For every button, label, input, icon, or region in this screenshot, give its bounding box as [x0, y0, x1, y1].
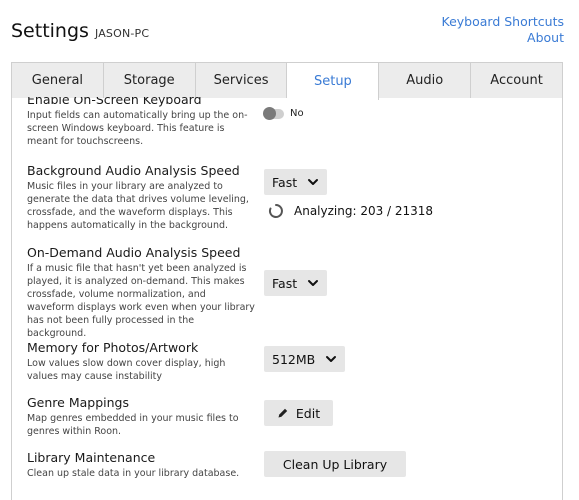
setting-description: Map genres embedded in your music files …: [27, 413, 239, 437]
memory-control: 512MB: [264, 346, 346, 372]
maintenance-control: Clean Up Library: [264, 451, 406, 477]
setting-memory-artwork: Memory for Photos/Artwork Low values slo…: [27, 340, 552, 383]
setting-background-analysis: Background Audio Analysis Speed Music fi…: [27, 163, 552, 232]
tab-services[interactable]: Services: [195, 63, 288, 98]
setting-label: On-Demand Audio Analysis Speed: [27, 245, 241, 260]
setting-ondemand-analysis: On-Demand Audio Analysis Speed If a musi…: [27, 245, 552, 340]
tab-setup[interactable]: Setup: [287, 63, 380, 100]
ondemand-analysis-speed-dropdown[interactable]: Fast: [264, 270, 328, 296]
clean-up-library-button[interactable]: Clean Up Library: [264, 451, 406, 477]
tab-account[interactable]: Account: [471, 63, 562, 98]
button-label: Edit: [295, 405, 321, 421]
pencil-icon: [278, 408, 288, 418]
chevron-down-icon: [308, 280, 319, 286]
page-title: Settings: [11, 20, 89, 42]
setting-genre-mappings: Genre Mappings Map genres embedded in yo…: [27, 395, 552, 438]
setting-library-maintenance: Library Maintenance Clean up stale data …: [27, 450, 552, 480]
setting-description: Music files in your library are analyzed…: [27, 181, 249, 231]
keyboard-shortcuts-link[interactable]: Keyboard Shortcuts: [442, 14, 565, 30]
dropdown-value: Fast: [272, 174, 298, 190]
edit-genre-mappings-button[interactable]: Edit: [264, 400, 333, 426]
analysis-status: Analyzing: 203 / 21318: [268, 203, 433, 219]
setting-description: Input fields can automatically bring up …: [27, 110, 248, 147]
onscreen-keyboard-toggle-wrap: No: [263, 106, 304, 120]
memory-artwork-dropdown[interactable]: 512MB: [264, 346, 346, 372]
genre-control: Edit: [264, 400, 333, 426]
setting-label: Enable On-Screen Keyboard: [27, 97, 202, 107]
ondemand-analysis-control: Fast: [264, 270, 328, 296]
tab-storage[interactable]: Storage: [103, 63, 196, 98]
settings-tabs: General Storage Services Setup Audio Acc…: [11, 62, 563, 100]
tab-general[interactable]: General: [12, 63, 104, 98]
chevron-down-icon: [326, 356, 337, 362]
chevron-down-icon: [308, 179, 319, 185]
settings-page: Settings JASON-PC Keyboard Shortcuts Abo…: [0, 0, 579, 500]
setting-onscreen-keyboard: Enable On-Screen Keyboard Input fields c…: [27, 97, 552, 148]
setting-description: Clean up stale data in your library data…: [27, 468, 240, 479]
header-links: Keyboard Shortcuts About: [442, 14, 565, 46]
tab-audio[interactable]: Audio: [379, 63, 472, 98]
setting-description: Low values slow down cover display, high…: [27, 358, 226, 382]
page-header: Settings JASON-PC: [11, 20, 149, 42]
background-analysis-speed-dropdown[interactable]: Fast: [264, 169, 328, 195]
analysis-status-text: Analyzing: 203 / 21318: [294, 204, 434, 218]
setting-description: If a music file that hasn't yet been ana…: [27, 263, 255, 339]
host-name: JASON-PC: [94, 27, 150, 40]
dropdown-value: Fast: [272, 275, 298, 291]
toggle-state-label: No: [290, 108, 304, 119]
about-link[interactable]: About: [442, 30, 564, 46]
background-analysis-control: Fast Analyzing: 203 / 21318: [264, 169, 433, 219]
dropdown-value: 512MB: [272, 351, 316, 367]
onscreen-keyboard-control: No: [263, 106, 304, 120]
settings-content: Enable On-Screen Keyboard Input fields c…: [11, 97, 563, 500]
loading-spinner-icon: [268, 204, 283, 218]
onscreen-keyboard-toggle[interactable]: [263, 106, 284, 120]
